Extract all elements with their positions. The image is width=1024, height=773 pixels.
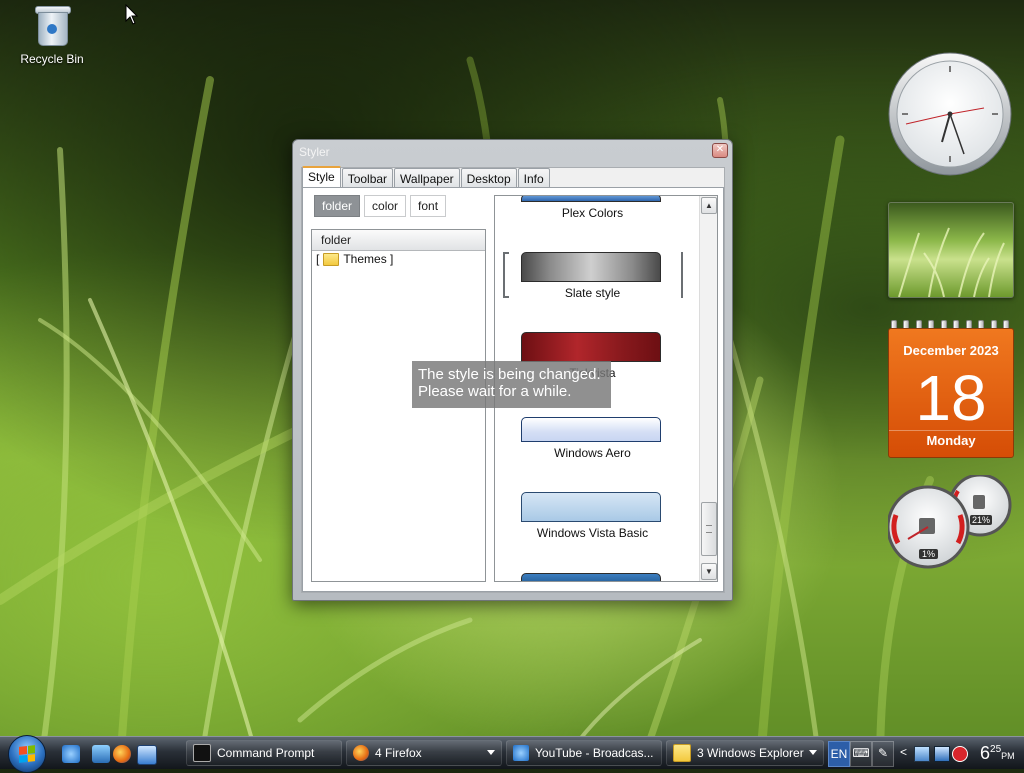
style-name-plex-colors[interactable]: Plex Colors (495, 206, 690, 220)
scroll-thumb[interactable] (701, 502, 717, 556)
style-name-windows-vista-basic[interactable]: Windows Vista Basic (495, 526, 690, 540)
taskbar: Command Prompt 4 Firefox YouTube - Broad… (0, 735, 1024, 773)
tree-header[interactable]: folder (312, 230, 485, 251)
tree-item-themes[interactable]: [ Themes ] (316, 252, 393, 266)
subtab-bar: folder color font (314, 195, 447, 217)
slideshow-gadget[interactable] (888, 202, 1014, 298)
taskbar-button-label: YouTube - Broadcas... (535, 746, 654, 760)
scroll-down-button[interactable]: ▼ (701, 563, 717, 580)
clock-hour: 6 (980, 743, 991, 763)
subtab-color[interactable]: color (364, 195, 407, 217)
tab-toolbar[interactable]: Toolbar (341, 168, 394, 188)
taskbar-button-youtube[interactable]: YouTube - Broadcas... (506, 740, 662, 766)
start-button[interactable] (8, 735, 46, 773)
style-name-slate-style[interactable]: Slate style (495, 286, 690, 300)
tab-strip: Style Toolbar Wallpaper Desktop Info (302, 166, 551, 188)
meter-dials (886, 473, 1012, 569)
internet-explorer-icon (513, 745, 529, 761)
internet-explorer-icon[interactable] (62, 745, 80, 763)
taskbar-button-label: Command Prompt (217, 746, 315, 760)
subtab-folder[interactable]: folder (314, 195, 361, 217)
taskbar-button-firefox[interactable]: 4 Firefox (346, 740, 502, 766)
desktop-icon-label: Recycle Bin (20, 52, 84, 66)
display-icon[interactable] (914, 746, 930, 762)
clock-gadget[interactable] (888, 52, 1012, 176)
command-prompt-icon (193, 744, 211, 762)
slideshow-photo (898, 227, 1005, 297)
firefox-icon (353, 745, 369, 761)
style-preview-windows-vista-basic[interactable] (521, 492, 661, 522)
tab-info[interactable]: Info (517, 168, 550, 188)
memory-icon (973, 495, 985, 509)
firefox-icon[interactable] (113, 745, 131, 763)
message-line-2: Please wait for a while. (418, 383, 572, 400)
clock-minute: 25 (990, 744, 1002, 755)
taskbar-button-label: 3 Windows Explorer (697, 746, 804, 760)
windows-logo-icon (19, 745, 35, 763)
calendar-day: 18 (915, 362, 987, 434)
tab-style[interactable]: Style (302, 166, 341, 188)
tab-desktop[interactable]: Desktop (460, 168, 517, 188)
window-title: Styler (299, 145, 330, 159)
show-desktop-icon[interactable] (92, 745, 110, 763)
pen-icon[interactable]: ✎ (872, 741, 894, 767)
mouse-pointer-icon (125, 4, 139, 25)
calendar-weekday: Monday (926, 433, 976, 448)
language-indicator[interactable]: EN (828, 741, 850, 767)
close-button[interactable]: ✕ (712, 143, 728, 158)
keyboard-icon[interactable]: ⌨ (850, 741, 872, 767)
message-line-1: The style is being changed. (418, 366, 601, 383)
chevron-down-icon[interactable] (487, 750, 495, 755)
style-preview-tickvista[interactable] (521, 332, 661, 362)
tree-item-label: Themes (343, 252, 387, 266)
folder-icon (673, 744, 691, 762)
style-preview-windows-aero[interactable] (521, 417, 661, 442)
style-preview-next[interactable] (521, 573, 661, 581)
switch-windows-icon[interactable] (137, 745, 157, 765)
taskbar-clock[interactable]: 625PM (980, 743, 1015, 764)
style-name-windows-aero[interactable]: Windows Aero (495, 446, 690, 460)
style-change-message: The style is being changed. Please wait … (412, 361, 611, 408)
memory-percent: 21% (970, 515, 993, 525)
show-hidden-icons-button[interactable]: < (900, 745, 907, 759)
chevron-down-icon[interactable] (809, 750, 817, 755)
calendar-gadget[interactable]: December 2023 18 Monday (888, 320, 1014, 458)
style-preview-slate-style[interactable] (521, 252, 661, 282)
desktop-icon-recycle-bin[interactable]: Recycle Bin (14, 4, 90, 66)
cpu-percent: 1% (919, 549, 939, 559)
antivirus-icon[interactable] (952, 746, 968, 762)
folder-icon (323, 252, 340, 266)
recycle-bin-icon (34, 4, 71, 46)
clock-ampm: PM (1001, 751, 1015, 761)
style-list-scrollbar[interactable]: ▲ ▼ (699, 196, 717, 581)
taskbar-button-command-prompt[interactable]: Command Prompt (186, 740, 342, 766)
calendar-page: December 2023 18 Monday (888, 328, 1014, 458)
cpu-meter-gadget[interactable]: 1% 21% (886, 473, 1016, 571)
calendar-month: December 2023 (903, 343, 999, 358)
network-icon[interactable] (934, 746, 950, 762)
subtab-font[interactable]: font (410, 195, 447, 217)
close-icon: ✕ (715, 144, 725, 155)
taskbar-button-label: 4 Firefox (375, 746, 422, 760)
taskbar-button-windows-explorer[interactable]: 3 Windows Explorer (666, 740, 824, 766)
scroll-up-button[interactable]: ▲ (701, 197, 717, 214)
style-preview-plex-colors[interactable] (521, 196, 661, 202)
tab-wallpaper[interactable]: Wallpaper (394, 168, 460, 188)
